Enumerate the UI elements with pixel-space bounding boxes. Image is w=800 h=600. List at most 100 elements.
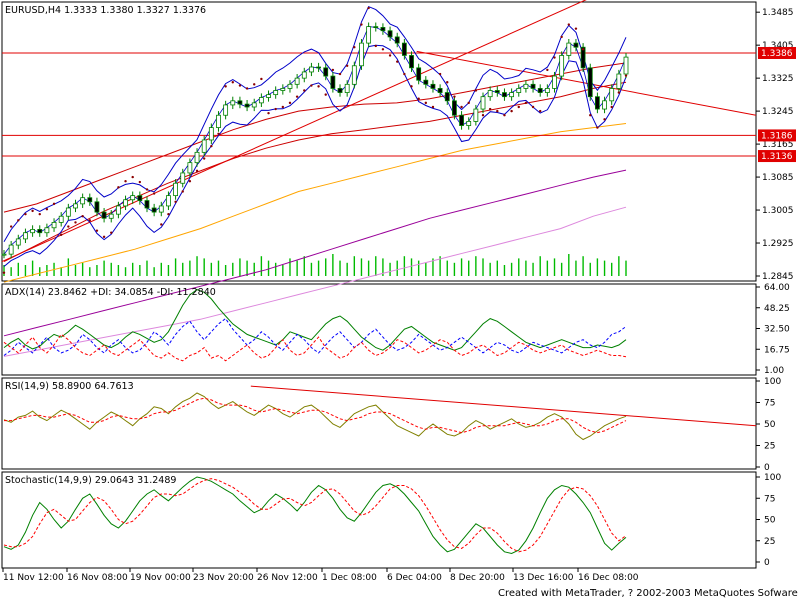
candle-body [223, 104, 229, 116]
candle-body [459, 114, 464, 126]
candle-body [487, 90, 493, 98]
candle-body [230, 100, 236, 106]
sar-dot [2, 271, 6, 274]
sar-dot [503, 114, 506, 117]
candle-body [51, 222, 57, 229]
sar-dot [381, 48, 385, 51]
price-axis-label: 1.3325 [762, 74, 794, 84]
candle-body [323, 67, 329, 77]
sar-dot [195, 169, 199, 173]
sar-dot [167, 212, 170, 216]
stochastic-panel[interactable] [1, 471, 757, 569]
sar-dot [131, 175, 134, 179]
level-tag-label: 1.3386 [761, 49, 793, 59]
sar-dot [59, 233, 63, 236]
price-axis-label: 1.3005 [762, 206, 794, 216]
candle-body [258, 97, 264, 104]
sar-dot [81, 215, 84, 218]
sar-dot [431, 105, 435, 109]
sar-dot [560, 35, 563, 39]
candle-body [201, 139, 207, 153]
adx-title: ADX(14) 23.8462 +DI: 34.0854 -DI: 11.284… [5, 287, 216, 298]
sar-dot [138, 180, 142, 184]
candle-body [609, 88, 615, 102]
sar-dot [317, 85, 320, 88]
sar-dot [9, 225, 13, 228]
sar-dot [224, 85, 227, 88]
sar-dot [202, 157, 206, 160]
candle-body [166, 195, 171, 207]
candle-body [516, 88, 522, 93]
sar-dot [117, 186, 120, 189]
sar-dot [581, 48, 585, 51]
sar-dot [217, 132, 220, 135]
sar-dot [281, 105, 285, 109]
sar-dot [345, 64, 349, 67]
candle-body [530, 83, 536, 89]
metatrader-chart: 1.34851.34051.33251.32451.31651.30851.30… [1, 0, 800, 599]
indicator-axis-label: 32.50 [764, 325, 790, 335]
sar-dot [553, 56, 556, 59]
sar-dot [160, 223, 163, 226]
candle-body [559, 55, 565, 77]
indicator-axis-label: 100 [764, 377, 781, 387]
price-axis-label: 1.2925 [762, 239, 794, 249]
sar-dot [596, 126, 599, 129]
sar-dot [267, 111, 270, 115]
footer-credit: Created with MetaTrader, ? 2002-2003 Met… [498, 588, 800, 599]
sar-dot [124, 179, 127, 183]
candle-body [87, 197, 93, 203]
sar-dot [310, 84, 313, 87]
indicator-axis-label: 25 [764, 537, 775, 547]
sar-dot [424, 101, 428, 105]
indicator-axis-label: 75 [764, 399, 775, 409]
sar-dot [617, 91, 621, 94]
candle-body [44, 227, 50, 234]
candle-body [416, 67, 422, 81]
candle-body [187, 162, 193, 174]
candle-body [108, 213, 114, 219]
sar-dot [496, 109, 499, 113]
indicator-axis-label: 64.00 [764, 283, 790, 293]
sar-dot [603, 118, 606, 121]
candle-body [123, 199, 128, 207]
candle-body [251, 102, 257, 108]
indicator-axis-label: 0 [764, 463, 770, 473]
candle-body [430, 83, 436, 89]
sar-dot [24, 212, 27, 216]
time-axis-label: 16 Nov 08:00 [67, 573, 128, 583]
price-panel[interactable] [1, 1, 757, 282]
sar-dot [567, 23, 571, 26]
sar-dot [31, 209, 34, 213]
sar-dot [396, 60, 399, 63]
time-axis-label: 19 Nov 00:00 [130, 573, 191, 583]
candle-body [309, 66, 314, 73]
candle-body [80, 197, 86, 205]
indicator-axis-label: 50 [764, 516, 776, 526]
candle-body [394, 36, 400, 44]
sar-dot [67, 225, 70, 228]
sar-dot [417, 97, 420, 100]
sar-dot [438, 72, 442, 76]
sar-dot [574, 27, 578, 30]
sar-dot [403, 72, 406, 76]
candle-body [94, 201, 100, 213]
candle-body [173, 182, 178, 197]
time-axis-label: 11 Nov 12:00 [3, 573, 64, 583]
sar-dot [446, 81, 449, 84]
sar-dot [253, 83, 256, 86]
candle-body [144, 200, 150, 209]
candle-body [151, 207, 157, 213]
price-title: EURUSD,H4 1.3333 1.3380 1.3327 1.3376 [5, 5, 206, 16]
sar-dot [374, 44, 377, 48]
candle-body [273, 90, 279, 96]
candle-body [137, 195, 143, 201]
candle-body [509, 92, 515, 98]
candle-body [280, 88, 286, 91]
candle-body [473, 108, 479, 122]
sar-dot [88, 219, 91, 222]
candle-body [8, 244, 14, 255]
time-axis-label: 13 Dec 16:00 [513, 573, 574, 583]
sar-dot [188, 179, 192, 183]
level-tag-label: 1.3136 [761, 152, 793, 162]
